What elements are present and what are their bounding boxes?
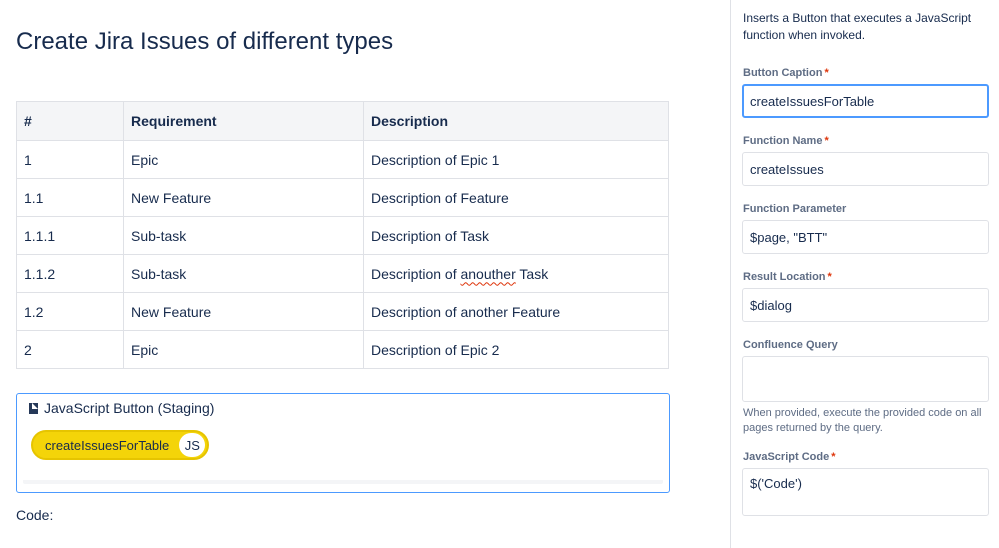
javascript-button[interactable]: createIssuesForTable JS: [31, 430, 209, 460]
macro-title: JavaScript Button (Staging): [44, 400, 214, 416]
function-parameter-input[interactable]: [742, 220, 989, 254]
required-marker: *: [824, 67, 828, 79]
panel-description: Inserts a Button that executes a JavaScr…: [743, 10, 993, 44]
confluence-query-label: Confluence Query: [743, 339, 838, 351]
table-row: 1.2 New Feature Description of another F…: [17, 293, 669, 331]
table-cell[interactable]: Description of Task: [364, 217, 669, 255]
table-cell[interactable]: 1.1.2: [17, 255, 124, 293]
function-parameter-label: Function Parameter: [743, 203, 846, 215]
table-cell[interactable]: Epic: [124, 141, 364, 179]
table-cell[interactable]: New Feature: [124, 293, 364, 331]
function-name-label: Function Name*: [743, 135, 829, 147]
requirements-table: # Requirement Description 1 Epic Descrip…: [16, 101, 669, 369]
table-cell[interactable]: 2: [17, 331, 124, 369]
macro-properties-panel: Inserts a Button that executes a JavaScr…: [730, 0, 999, 548]
column-header[interactable]: Requirement: [124, 102, 364, 141]
table-cell[interactable]: Description of Feature: [364, 179, 669, 217]
table-cell[interactable]: Sub-task: [124, 255, 364, 293]
table-cell[interactable]: 1.1: [17, 179, 124, 217]
js-badge: JS: [179, 433, 205, 457]
table-row: 1.1.1 Sub-task Description of Task: [17, 217, 669, 255]
document-icon: [29, 403, 38, 414]
javascript-code-label: JavaScript Code*: [743, 451, 835, 463]
result-location-label: Result Location*: [743, 271, 832, 283]
required-marker: *: [831, 451, 835, 463]
result-location-input[interactable]: [742, 288, 989, 322]
table-cell[interactable]: Description of anouther Task: [364, 255, 669, 293]
page-title: Create Jira Issues of different types: [16, 28, 393, 56]
required-marker: *: [824, 135, 828, 147]
macro-header: JavaScript Button (Staging): [29, 400, 214, 416]
macro-preview: createIssuesForTable JS: [23, 420, 663, 480]
column-header[interactable]: #: [17, 102, 124, 141]
table-cell[interactable]: Epic: [124, 331, 364, 369]
macro-body: createIssuesForTable JS: [23, 420, 663, 484]
table-header-row: # Requirement Description: [17, 102, 669, 141]
javascript-button-macro[interactable]: JavaScript Button (Staging) createIssues…: [16, 393, 670, 493]
table-row: 1 Epic Description of Epic 1: [17, 141, 669, 179]
table-cell[interactable]: New Feature: [124, 179, 364, 217]
page-editor: Create Jira Issues of different types # …: [0, 0, 730, 548]
table-cell[interactable]: Sub-task: [124, 217, 364, 255]
confluence-query-help: When provided, execute the provided code…: [743, 406, 993, 436]
javascript-code-input[interactable]: $('Code'): [742, 468, 989, 516]
code-label: Code:: [16, 507, 53, 523]
button-caption-label: Button Caption*: [743, 67, 829, 79]
table-cell[interactable]: 1.2: [17, 293, 124, 331]
column-header[interactable]: Description: [364, 102, 669, 141]
table-cell[interactable]: Description of another Feature: [364, 293, 669, 331]
table-row: 2 Epic Description of Epic 2: [17, 331, 669, 369]
javascript-button-caption: createIssuesForTable: [45, 438, 169, 453]
required-marker: *: [828, 271, 832, 283]
table-row: 1.1 New Feature Description of Feature: [17, 179, 669, 217]
table-row: 1.1.2 Sub-task Description of anouther T…: [17, 255, 669, 293]
table-cell[interactable]: 1.1.1: [17, 217, 124, 255]
spellcheck-word[interactable]: anouther: [460, 266, 515, 282]
table-cell[interactable]: Description of Epic 2: [364, 331, 669, 369]
function-name-input[interactable]: [742, 152, 989, 186]
confluence-query-input[interactable]: [742, 356, 989, 402]
table-cell[interactable]: Description of Epic 1: [364, 141, 669, 179]
button-caption-input[interactable]: [742, 84, 989, 118]
table-cell[interactable]: 1: [17, 141, 124, 179]
